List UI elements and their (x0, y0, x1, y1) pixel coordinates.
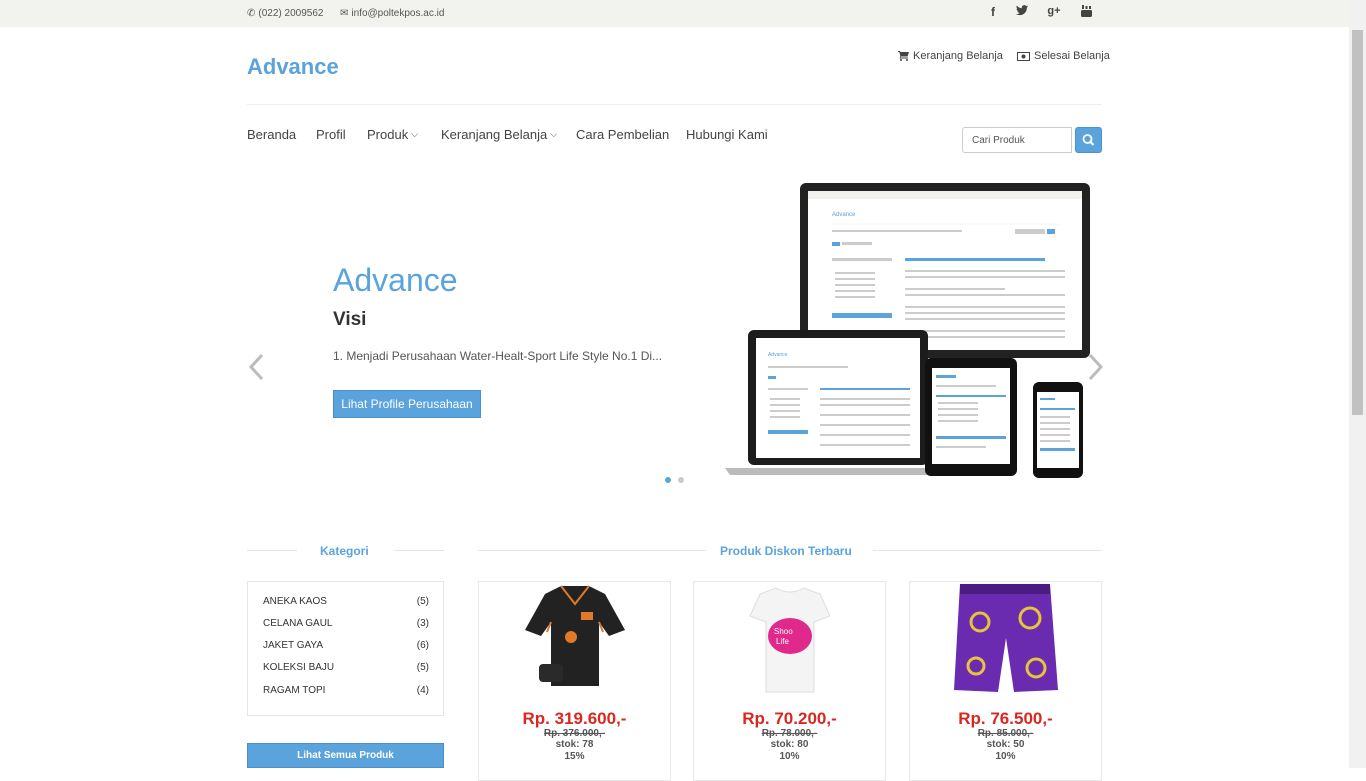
kategori-line-right (394, 550, 444, 551)
category-name[interactable]: ANEKA KAOS (263, 596, 327, 607)
checkout-link-label[interactable]: Selesai Belanja (1034, 50, 1110, 62)
email-text[interactable]: info@poltekpos.ac.id (351, 8, 444, 19)
product-stock: stok: 78 (555, 739, 594, 750)
brand-logo[interactable]: Advance (247, 54, 339, 80)
slide-title: Advance (333, 262, 458, 298)
product-price: Rp. 76.500,- (958, 709, 1053, 728)
google-plus-icon[interactable]: g+ (1046, 5, 1062, 17)
category-count: (3) (416, 618, 429, 629)
phone-contact: ✆ (022) 2009562 (247, 8, 323, 19)
email-contact[interactable]: ✉ info@poltekpos.ac.id (340, 8, 444, 19)
produk-title: Produk Diskon Terbaru (720, 544, 852, 558)
svg-text:Life: Life (776, 637, 789, 646)
search-icon (1082, 134, 1095, 146)
product-old-price: Rp. 78.000,- (761, 728, 818, 739)
slider-dot-1[interactable] (665, 477, 671, 483)
list-item[interactable]: RAGAM TOPI (4) (263, 685, 429, 696)
category-name[interactable]: RAGAM TOPI (263, 685, 325, 696)
nav-label[interactable]: Profil (316, 127, 346, 142)
product-card[interactable]: Rp. 319.600,- Rp. 376.000,- stok: 78 15% (478, 581, 671, 781)
chevron-down-icon: ⌵ (411, 129, 419, 139)
product-price: Rp. 70.200,- (742, 709, 837, 728)
category-name[interactable]: JAKET GAYA (263, 640, 323, 651)
product-discount: 15% (564, 751, 585, 762)
profile-button[interactable]: Lihat Profile Perusahaan (333, 390, 481, 418)
nav-produk[interactable]: Produk ⌵ (367, 127, 418, 142)
header-divider (247, 104, 1102, 105)
cart-link-label[interactable]: Keranjang Belanja (913, 50, 1003, 62)
cart-icon (898, 51, 909, 61)
phone-icon: ✆ (247, 8, 256, 19)
product-stock: stok: 50 (986, 739, 1025, 750)
list-item[interactable]: CELANA GAUL (3) (263, 618, 429, 629)
chevron-down-icon: ⌵ (550, 129, 558, 139)
produk-line-left (478, 550, 706, 551)
product-old-price: Rp. 85.000,- (977, 728, 1034, 739)
kategori-title: Kategori (320, 544, 369, 558)
search-input[interactable] (962, 127, 1072, 153)
phone-text: (022) 2009562 (258, 8, 324, 19)
product-stock: stok: 80 (770, 739, 809, 750)
nav-label[interactable]: Beranda (247, 127, 296, 142)
category-count: (4) (416, 685, 429, 696)
mockup-brand: Advance (832, 212, 856, 218)
facebook-icon[interactable]: f (985, 5, 1001, 19)
money-icon (1017, 51, 1030, 61)
slide-subtitle: Visi (333, 309, 367, 330)
svg-text:Advance: Advance (768, 352, 788, 358)
product-image-shorts[interactable] (910, 582, 1101, 700)
all-products-button[interactable]: Lihat Semua Produk (247, 743, 444, 768)
category-name[interactable]: CELANA GAUL (263, 618, 332, 629)
product-image-jacket[interactable] (479, 582, 670, 700)
nav-hubungi-kami[interactable]: Hubungi Kami (686, 127, 768, 142)
nav-label[interactable]: Produk (367, 127, 408, 142)
product-discount: 10% (779, 751, 800, 762)
checkout-link[interactable]: Selesai Belanja (1017, 50, 1110, 62)
list-item[interactable]: JAKET GAYA (6) (263, 640, 429, 651)
slider-prev-arrow[interactable] (247, 352, 267, 382)
youtube-icon[interactable] (1078, 5, 1094, 20)
list-item[interactable]: KOLEKSI BAJU (5) (263, 662, 429, 673)
page-scrollbar[interactable] (1349, 0, 1366, 768)
category-count: (5) (416, 662, 429, 673)
produk-line-right (873, 550, 1102, 551)
list-item[interactable]: ANEKA KAOS (5) (263, 596, 429, 607)
product-old-price: Rp. 376.000,- (543, 728, 606, 739)
nav-keranjang[interactable]: Keranjang Belanja ⌵ (441, 127, 557, 142)
cart-link[interactable]: Keranjang Belanja (898, 50, 1003, 62)
devices-mockup-image: Advance Advance (725, 183, 1090, 478)
nav-label[interactable]: Keranjang Belanja (441, 127, 547, 142)
search-button[interactable] (1075, 127, 1102, 153)
twitter-icon[interactable] (1014, 5, 1030, 19)
category-name[interactable]: KOLEKSI BAJU (263, 662, 334, 673)
product-image-tshirt[interactable]: Shoo Life (694, 582, 885, 700)
nav-label[interactable]: Hubungi Kami (686, 127, 768, 142)
nav-beranda[interactable]: Beranda (247, 127, 296, 142)
top-bar: ✆ (022) 2009562 ✉ info@poltekpos.ac.id f g… (0, 0, 1366, 27)
nav-profil[interactable]: Profil (316, 127, 346, 142)
category-count: (6) (416, 640, 429, 651)
nav-cara-pembelian[interactable]: Cara Pembelian (576, 127, 669, 142)
category-count: (5) (416, 596, 429, 607)
svg-text:Shoo: Shoo (774, 627, 793, 636)
kategori-list: ANEKA KAOS (5) CELANA GAUL (3) JAKET GAYA (… (247, 581, 444, 716)
envelope-icon: ✉ (340, 8, 349, 19)
kategori-line-left (247, 550, 297, 551)
product-card[interactable]: Shoo Life Rp. 70.200,- Rp. 78.000,- stok… (693, 581, 886, 781)
product-discount: 10% (995, 751, 1016, 762)
product-price: Rp. 319.600,- (522, 709, 627, 728)
slider-dot-2[interactable] (678, 477, 684, 483)
nav-label[interactable]: Cara Pembelian (576, 127, 669, 142)
slide-text: 1. Menjadi Perusahaan Water-Healt-Sport … (333, 349, 663, 363)
product-card[interactable]: Rp. 76.500,- Rp. 85.000,- stok: 50 10% (909, 581, 1102, 781)
scrollbar-thumb[interactable] (1352, 30, 1363, 415)
